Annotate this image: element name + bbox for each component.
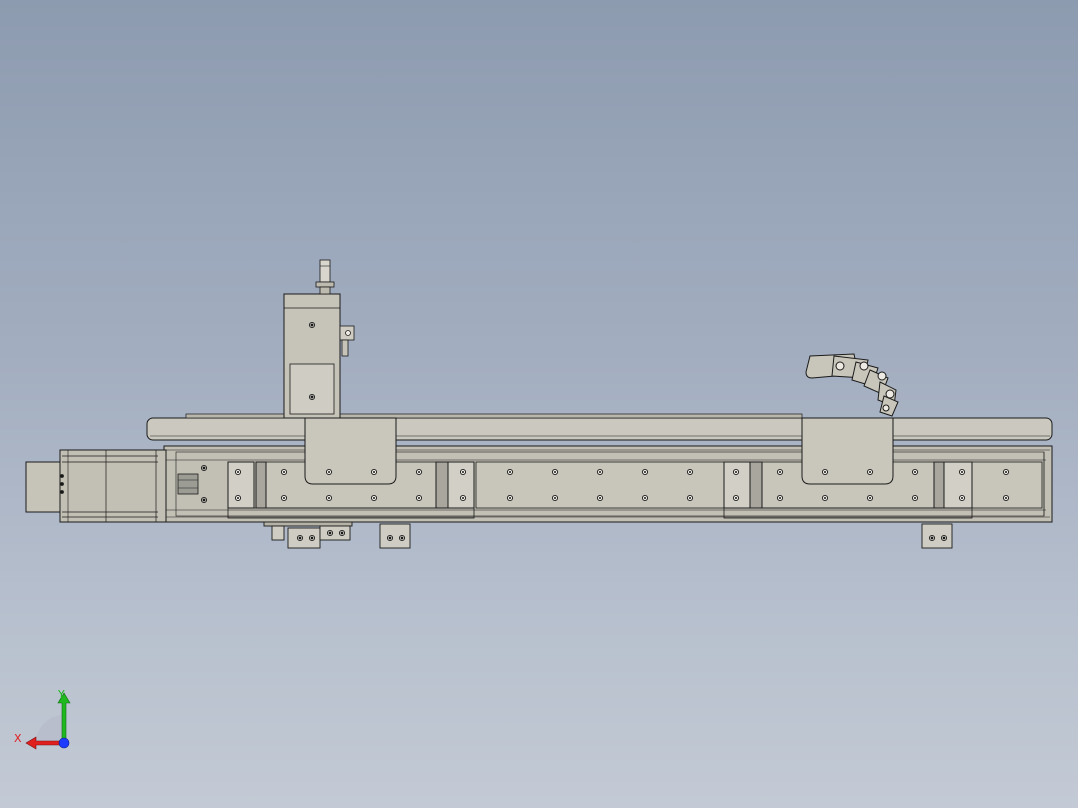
y-axis-label: Y xyxy=(58,688,65,701)
servo-motor xyxy=(25,449,167,523)
carriage-plate-left xyxy=(304,417,397,485)
orientation-triad[interactable]: Y X xyxy=(10,685,80,755)
sensor-bracket-1 xyxy=(263,521,353,549)
x-axis-label: X xyxy=(14,732,22,745)
z-axis-dot xyxy=(58,737,70,749)
carriage-plate-right xyxy=(801,417,894,485)
sensor-bracket-3 xyxy=(921,523,953,549)
cad-graphics-viewport[interactable]: Y X xyxy=(0,0,1078,808)
cable-drag-chain xyxy=(805,353,899,417)
sensor-bracket-2 xyxy=(379,523,411,549)
top-cover-rail xyxy=(146,413,1053,441)
linear-module-assembly-drawing[interactable] xyxy=(0,0,1078,808)
vertical-sensor-housing xyxy=(283,259,355,419)
